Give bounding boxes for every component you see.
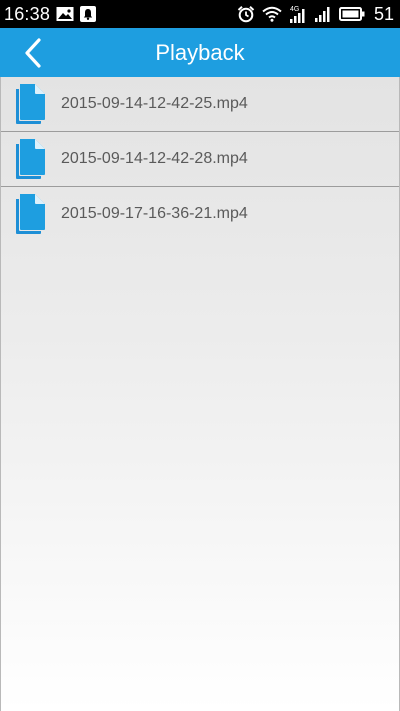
- file-name: 2015-09-14-12-42-25.mp4: [61, 95, 248, 112]
- app-bar: Playback: [0, 28, 400, 77]
- wifi-icon: [262, 6, 282, 22]
- battery-icon: [338, 6, 365, 22]
- file-name: 2015-09-17-16-36-21.mp4: [61, 205, 248, 222]
- file-icon: [16, 84, 45, 124]
- file-icon: [16, 139, 45, 179]
- file-icon: [16, 194, 45, 234]
- file-list: 2015-09-14-12-42-25.mp4 2015-09-14-12-42…: [1, 77, 399, 241]
- network-label: 4G: [290, 6, 299, 13]
- status-left: 16:38: [4, 0, 97, 28]
- alarm-icon: [237, 5, 255, 23]
- status-bar: 16:38 4G 51: [0, 0, 400, 28]
- signal-4g-icon: 4G: [289, 4, 307, 24]
- status-time: 16:38: [4, 3, 51, 24]
- status-right: 4G 51: [237, 0, 394, 28]
- file-name: 2015-09-14-12-42-28.mp4: [61, 150, 248, 167]
- file-list-container: 2015-09-14-12-42-25.mp4 2015-09-14-12-42…: [0, 77, 400, 711]
- battery-level: 51: [373, 3, 394, 24]
- screen: 16:38 4G 51 Playback 2015-09-14-12-42-25…: [0, 0, 400, 711]
- list-item[interactable]: 2015-09-14-12-42-25.mp4: [1, 77, 399, 132]
- list-item[interactable]: 2015-09-14-12-42-28.mp4: [1, 132, 399, 187]
- list-item[interactable]: 2015-09-17-16-36-21.mp4: [1, 187, 399, 241]
- page-title: Playback: [155, 40, 245, 65]
- image-icon: [56, 6, 74, 22]
- notification-icon: [80, 6, 97, 22]
- signal-icon: [314, 5, 332, 23]
